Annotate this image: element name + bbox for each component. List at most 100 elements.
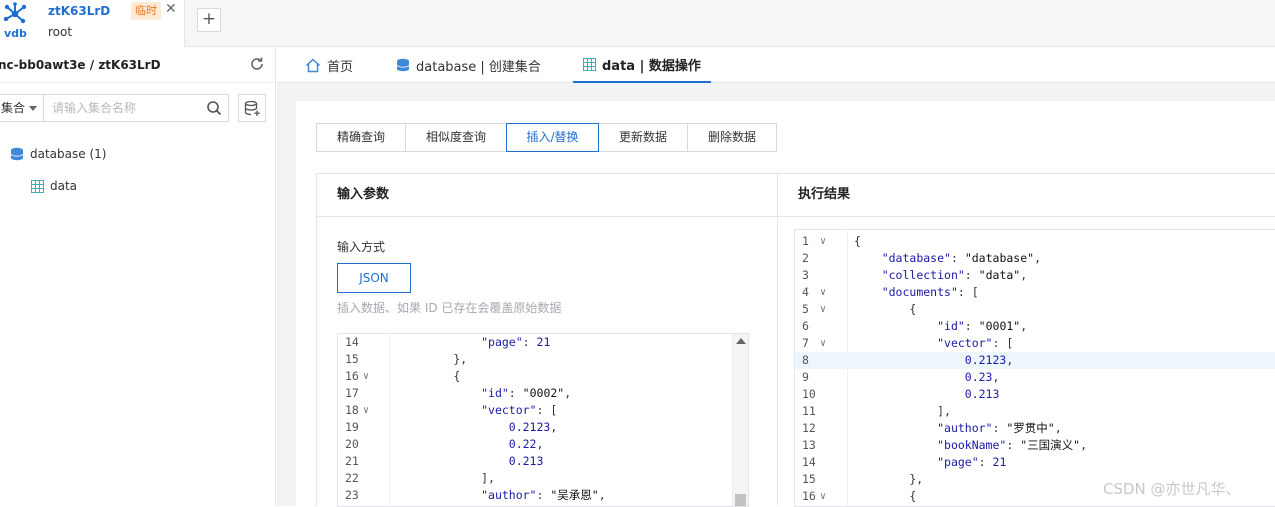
tab-delete-data[interactable]: 删除数据 — [687, 123, 777, 152]
code-text: ], — [398, 471, 495, 485]
sidebar: nc-bb0awt3e / ztK63LrD 集合 请输入集合名称 databa… — [0, 47, 276, 506]
close-icon[interactable]: ✕ — [165, 1, 177, 17]
line-number: 13 — [802, 438, 816, 452]
tab-exact-query[interactable]: 精确查询 — [316, 123, 406, 152]
insert-hint: 插入数据、如果 ID 已存在会覆盖原始数据 — [337, 301, 562, 315]
line-number: 14 — [345, 335, 359, 349]
search-icon[interactable] — [206, 100, 222, 116]
code-text: "id": "0002", — [481, 386, 572, 400]
code-text: "author": "罗贯中", — [937, 421, 1062, 435]
code-text: { — [854, 302, 917, 316]
code-text: "vector": [ — [481, 403, 558, 417]
line-number: 19 — [345, 420, 359, 434]
chevron-down-icon — [29, 106, 37, 111]
main-area: 首页 database | 创建集合 data | 数据操作 精确查询 相似度查… — [277, 47, 1275, 507]
collection-search-box — [43, 94, 229, 122]
operation-tabs: 精确查询 相似度查询 插入/替换 更新数据 删除数据 — [316, 123, 777, 152]
code-line: 19 0.2123, — [338, 419, 748, 436]
fold-chevron-icon[interactable]: ∨ — [820, 233, 826, 250]
line-number: 9 — [802, 370, 809, 384]
vdb-logo-icon — [3, 2, 27, 24]
tab-insert-replace[interactable]: 插入/替换 — [506, 123, 599, 152]
code-text: "page": 21 — [937, 455, 1007, 469]
code-line: 18 ∨ "vector": [ — [338, 402, 748, 419]
tab-home[interactable]: 首页 — [305, 47, 353, 83]
connection-tab[interactable]: vdb ztK63LrD root 临时 ✕ — [0, 0, 185, 47]
line-number: 2 — [802, 251, 809, 265]
tab-database[interactable]: database | 创建集合 — [396, 47, 541, 83]
code-line: 8 0.2123, — [795, 352, 1275, 369]
tab-database-label: database | 创建集合 — [416, 59, 541, 75]
fold-chevron-icon[interactable]: ∨ — [820, 301, 826, 318]
create-database-button[interactable] — [238, 94, 266, 122]
code-text: "documents": [ — [881, 285, 979, 299]
code-line: 1 ∨{ — [795, 233, 1275, 250]
line-number: 15 — [345, 352, 359, 366]
code-line: 5 ∨ { — [795, 301, 1275, 318]
line-number: 10 — [802, 387, 816, 401]
filter-type-select[interactable]: 集合 — [0, 94, 44, 122]
code-line: 22 ], — [338, 470, 748, 487]
code-text: "author": "吴承恩", — [481, 488, 606, 502]
fold-chevron-icon[interactable]: ∨ — [820, 488, 826, 505]
table-icon — [583, 57, 596, 71]
code-line: 16 ∨ { — [338, 368, 748, 385]
scroll-thumb[interactable] — [735, 494, 746, 506]
code-text: 0.22, — [508, 437, 544, 451]
code-line: 14 "page": 21 — [338, 334, 748, 351]
code-line: 21 0.213 — [338, 453, 748, 470]
code-line: 14 "page": 21 — [795, 454, 1275, 471]
input-panel: 输入参数 输入方式 JSON 插入数据、如果 ID 已存在会覆盖原始数据 14 … — [316, 173, 778, 507]
line-number: 17 — [345, 386, 359, 400]
code-text: "vector": [ — [937, 336, 1014, 350]
database-icon — [396, 58, 410, 72]
connection-user: root — [48, 25, 73, 39]
code-line: 2 "database": "database", — [795, 250, 1275, 267]
connection-bar: vdb ztK63LrD root 临时 ✕ + — [0, 0, 1275, 47]
code-text: 0.2123, — [508, 420, 558, 434]
input-json-editor[interactable]: 14 "page": 21 15 }, 16 ∨ {17 "id": "0002", 1… — [337, 333, 749, 507]
page-tabs: 首页 database | 创建集合 data | 数据操作 — [277, 47, 1275, 83]
code-line: 20 0.22, — [338, 436, 748, 453]
refresh-icon[interactable] — [249, 56, 265, 72]
code-line: 10 0.213 — [795, 386, 1275, 403]
table-icon — [31, 179, 44, 193]
tab-home-label: 首页 — [327, 59, 354, 75]
line-number: 8 — [802, 353, 809, 367]
line-number: 12 — [802, 421, 816, 435]
logo-text: vdb — [4, 27, 27, 40]
add-connection-button[interactable]: + — [197, 8, 221, 32]
code-line: 12 "author": "罗贯中", — [795, 420, 1275, 437]
tree-item-database[interactable]: database (1) — [10, 145, 106, 163]
json-mode-button[interactable]: JSON — [337, 263, 411, 293]
tree-collection-label: data — [50, 179, 78, 193]
home-icon — [305, 57, 321, 72]
input-panel-title: 输入参数 — [317, 174, 777, 217]
code-line: 4 ∨ "documents": [ — [795, 284, 1275, 301]
code-text: "database": "database", — [881, 251, 1042, 265]
fold-chevron-icon[interactable]: ∨ — [820, 284, 826, 301]
result-json-viewer[interactable]: 1 ∨{2 "database": "database", 3 "collectio… — [794, 229, 1275, 507]
connection-name: ztK63LrD — [48, 4, 111, 18]
tab-similarity-query[interactable]: 相似度查询 — [405, 123, 507, 152]
tab-data-label: data | 数据操作 — [602, 58, 701, 74]
code-line: 17 "id": "0002", — [338, 385, 748, 402]
fold-chevron-icon[interactable]: ∨ — [820, 335, 826, 352]
code-text: }, — [854, 472, 924, 486]
tab-data[interactable]: data | 数据操作 — [573, 47, 711, 83]
code-text: 0.213 — [508, 454, 544, 468]
tab-update-data[interactable]: 更新数据 — [598, 123, 688, 152]
line-number: 15 — [802, 472, 816, 486]
code-text: { — [854, 489, 917, 503]
line-number: 14 — [802, 455, 816, 469]
fold-chevron-icon[interactable]: ∨ — [363, 368, 369, 385]
collection-search-input[interactable] — [52, 99, 200, 117]
code-line: 3 "collection": "data", — [795, 267, 1275, 284]
code-text: ], — [854, 404, 951, 418]
sidebar-divider — [0, 82, 276, 83]
tree-item-collection[interactable]: data — [31, 177, 77, 195]
scroll-up-icon[interactable] — [736, 338, 746, 344]
code-text: 0.23, — [964, 370, 1000, 384]
fold-chevron-icon[interactable]: ∨ — [363, 402, 369, 419]
editor-scrollbar[interactable] — [732, 334, 748, 506]
